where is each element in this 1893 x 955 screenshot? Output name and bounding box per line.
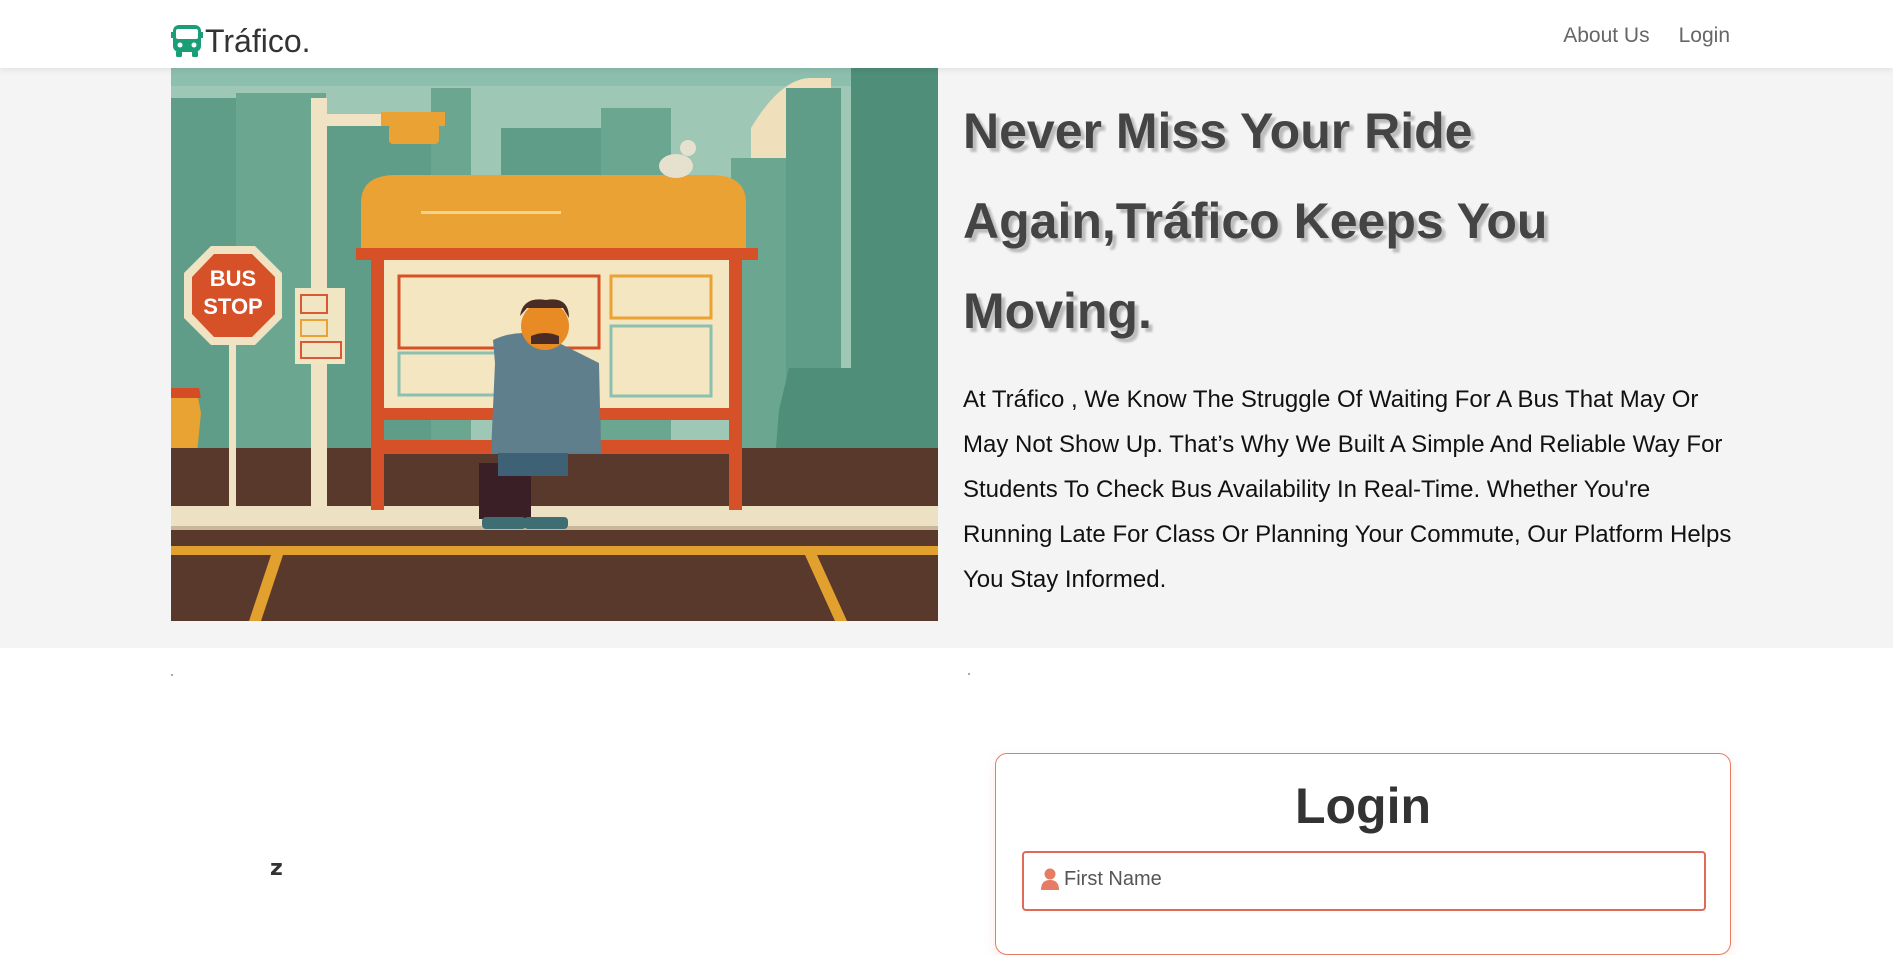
bus-icon bbox=[171, 25, 203, 57]
nav-link-about-us[interactable]: About Us bbox=[1563, 22, 1649, 50]
login-form: Login bbox=[995, 753, 1731, 955]
first-name-field bbox=[1022, 851, 1706, 911]
broken-image-marker-left bbox=[171, 674, 173, 676]
hero-text: Never Miss Your Ride Again,Tráfico Keeps… bbox=[963, 86, 1733, 602]
user-icon bbox=[1041, 868, 1059, 890]
hero-title: Never Miss Your Ride Again,Tráfico Keeps… bbox=[963, 103, 1548, 339]
broken-image-marker-right bbox=[968, 673, 970, 675]
nav-links: About Us Login bbox=[1563, 22, 1730, 50]
sign-text-stop: STOP bbox=[203, 294, 263, 319]
nav-link-login[interactable]: Login bbox=[1679, 22, 1730, 50]
bus-stop-illustration: BUS STOP bbox=[171, 68, 938, 621]
navbar: Tráfico. About Us Login bbox=[0, 0, 1893, 68]
sign-text-bus: BUS bbox=[210, 266, 256, 291]
brand-logo[interactable]: Tráfico. bbox=[171, 22, 311, 60]
partial-glyph: z bbox=[270, 856, 283, 881]
brand-name: Tráfico. bbox=[205, 23, 311, 59]
hero-section: BUS STOP Never Miss Your Ride Again,Tráf… bbox=[0, 68, 1893, 648]
first-name-input[interactable] bbox=[1062, 863, 1686, 895]
login-title: Login bbox=[1294, 778, 1432, 834]
hero-description: At Tráfico , We Know The Struggle Of Wai… bbox=[963, 386, 1732, 593]
